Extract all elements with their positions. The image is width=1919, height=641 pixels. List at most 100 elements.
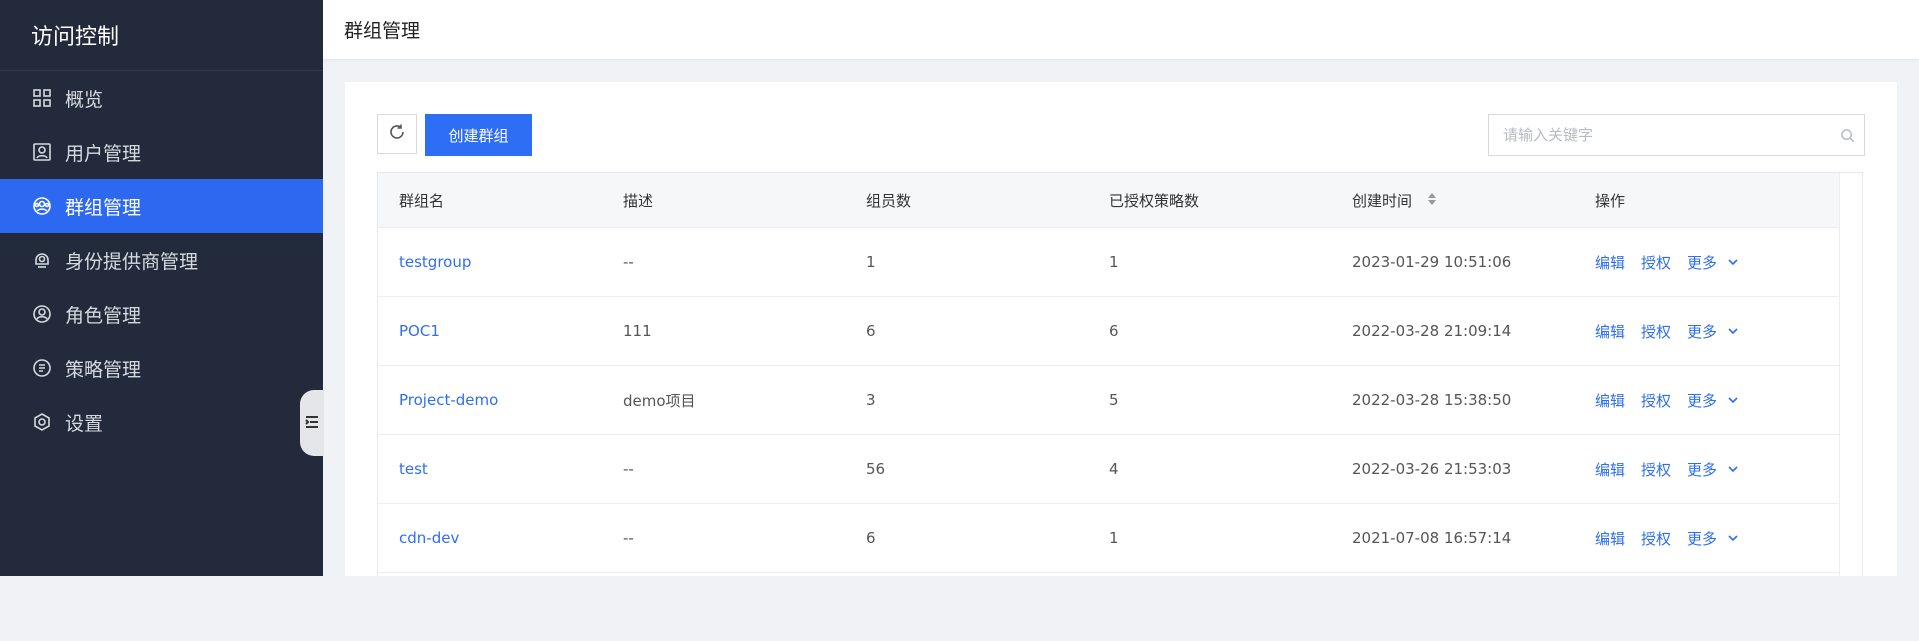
group-policy-count: 4 xyxy=(1109,460,1119,478)
grant-link[interactable]: 授权 xyxy=(1641,390,1671,411)
table-header: 群组名 描述 组员数 已授权策略数 创建时间 操作 xyxy=(378,173,1840,227)
column-header-created[interactable]: 创建时间 xyxy=(1352,190,1595,211)
table-row: Project-demo demo项目 3 5 2022-03-28 15:38… xyxy=(378,365,1840,434)
page-title: 群组管理 xyxy=(344,20,421,42)
sidebar-item-groups[interactable]: 群组管理 xyxy=(0,179,323,233)
sidebar-item-label: 群组管理 xyxy=(65,196,142,219)
more-dropdown[interactable]: 更多 xyxy=(1687,321,1739,342)
refresh-button[interactable] xyxy=(377,114,417,154)
more-label: 更多 xyxy=(1687,460,1718,479)
sidebar-item-label: 策略管理 xyxy=(65,358,142,381)
sidebar-item-identity-providers[interactable]: 身份提供商管理 xyxy=(0,233,323,287)
group-policy-count: 1 xyxy=(1109,529,1119,547)
group-name-link[interactable]: cdn-dev xyxy=(399,529,459,547)
group-created-time: 2022-03-26 21:53:03 xyxy=(1352,460,1512,478)
create-group-button[interactable]: 创建群组 xyxy=(425,114,532,156)
group-name-link[interactable]: test xyxy=(399,460,428,478)
more-dropdown[interactable]: 更多 xyxy=(1687,528,1739,549)
settings-icon xyxy=(31,411,53,433)
group-description: -- xyxy=(623,253,634,271)
more-dropdown[interactable]: 更多 xyxy=(1687,252,1739,273)
column-header-name: 群组名 xyxy=(399,191,445,210)
sidebar-item-overview[interactable]: 概览 xyxy=(0,71,323,125)
sidebar-item-policies[interactable]: 策略管理 xyxy=(0,341,323,395)
edit-link[interactable]: 编辑 xyxy=(1595,459,1625,480)
grant-link[interactable]: 授权 xyxy=(1641,252,1671,273)
column-header-policies: 已授权策略数 xyxy=(1109,191,1200,210)
search-icon[interactable] xyxy=(1830,128,1864,143)
search-box xyxy=(1488,114,1865,156)
column-header-created-label: 创建时间 xyxy=(1352,191,1413,210)
sidebar-item-users[interactable]: 用户管理 xyxy=(0,125,323,179)
more-label: 更多 xyxy=(1687,529,1718,548)
sidebar-item-roles[interactable]: 角色管理 xyxy=(0,287,323,341)
group-member-count: 56 xyxy=(866,460,886,478)
group-created-time: 2022-03-28 21:09:14 xyxy=(1352,322,1512,340)
group-icon xyxy=(31,195,53,217)
chevron-down-icon xyxy=(1728,328,1738,335)
grant-link[interactable]: 授权 xyxy=(1641,459,1671,480)
table-scrollbar[interactable] xyxy=(1839,173,1862,576)
content-card: 创建群组 群组名 描述 组员数 已授权策略数 创建时间 操作 testgroup… xyxy=(345,82,1897,576)
groups-table: 群组名 描述 组员数 已授权策略数 创建时间 操作 testgroup -- 1… xyxy=(377,172,1863,576)
group-policy-count: 1 xyxy=(1109,253,1119,271)
group-created-time: 2023-01-29 10:51:06 xyxy=(1352,253,1512,271)
group-policy-count: 6 xyxy=(1109,322,1119,340)
sidebar: 访问控制 概览 用户管理 群组管理 身份提供商管理 角色管理 策略管理 设置 xyxy=(0,0,323,576)
group-member-count: 6 xyxy=(866,322,876,340)
grant-link[interactable]: 授权 xyxy=(1641,321,1671,342)
role-icon xyxy=(31,303,53,325)
more-label: 更多 xyxy=(1687,391,1718,410)
more-dropdown[interactable]: 更多 xyxy=(1687,459,1739,480)
sidebar-item-label: 设置 xyxy=(65,412,104,435)
edit-link[interactable]: 编辑 xyxy=(1595,321,1625,342)
table-row: test -- 56 4 2022-03-26 21:53:03 编辑 授权 更… xyxy=(378,434,1840,503)
group-description: -- xyxy=(623,529,634,547)
sidebar-item-label: 角色管理 xyxy=(65,304,142,327)
more-label: 更多 xyxy=(1687,322,1718,341)
chevron-down-icon xyxy=(1728,259,1738,266)
user-card-icon xyxy=(31,141,53,163)
table-row: POC1 111 6 6 2022-03-28 21:09:14 编辑 授权 更… xyxy=(378,296,1840,365)
chevron-down-icon xyxy=(1728,535,1738,542)
edit-link[interactable]: 编辑 xyxy=(1595,528,1625,549)
sidebar-item-settings[interactable]: 设置 xyxy=(0,395,323,449)
group-created-time: 2021-07-08 16:57:14 xyxy=(1352,529,1512,547)
sidebar-item-label: 用户管理 xyxy=(65,142,142,165)
group-description: demo项目 xyxy=(623,391,696,410)
group-member-count: 3 xyxy=(866,391,876,409)
menu-fold-icon xyxy=(305,414,319,433)
page-header: 群组管理 xyxy=(323,0,1919,59)
more-dropdown[interactable]: 更多 xyxy=(1687,390,1739,411)
grant-link[interactable]: 授权 xyxy=(1641,528,1671,549)
group-created-time: 2022-03-28 15:38:50 xyxy=(1352,391,1512,409)
sidebar-item-label: 身份提供商管理 xyxy=(65,250,199,273)
search-input[interactable] xyxy=(1489,114,1830,156)
sidebar-title: 访问控制 xyxy=(0,0,323,71)
sidebar-item-label: 概览 xyxy=(65,88,104,111)
group-member-count: 6 xyxy=(866,529,876,547)
more-label: 更多 xyxy=(1687,253,1718,272)
group-member-count: 1 xyxy=(866,253,876,271)
table-row: testgroup -- 1 1 2023-01-29 10:51:06 编辑 … xyxy=(378,227,1840,296)
edit-link[interactable]: 编辑 xyxy=(1595,390,1625,411)
refresh-icon xyxy=(388,123,406,145)
sort-icon[interactable] xyxy=(1427,192,1437,210)
group-name-link[interactable]: Project-demo xyxy=(399,391,498,409)
identity-provider-icon xyxy=(31,249,53,271)
column-header-members: 组员数 xyxy=(866,191,912,210)
group-description: 111 xyxy=(623,322,652,340)
grid-icon xyxy=(31,87,53,109)
policy-icon xyxy=(31,357,53,379)
edit-link[interactable]: 编辑 xyxy=(1595,252,1625,273)
group-name-link[interactable]: POC1 xyxy=(399,322,440,340)
group-policy-count: 5 xyxy=(1109,391,1119,409)
chevron-down-icon xyxy=(1728,466,1738,473)
chevron-down-icon xyxy=(1728,397,1738,404)
table-row xyxy=(378,572,1840,641)
group-description: -- xyxy=(623,460,634,478)
table-row: cdn-dev -- 6 1 2021-07-08 16:57:14 编辑 授权… xyxy=(378,503,1840,572)
column-header-description: 描述 xyxy=(623,191,654,210)
group-name-link[interactable]: testgroup xyxy=(399,253,471,271)
sidebar-collapse-toggle[interactable] xyxy=(300,390,324,456)
